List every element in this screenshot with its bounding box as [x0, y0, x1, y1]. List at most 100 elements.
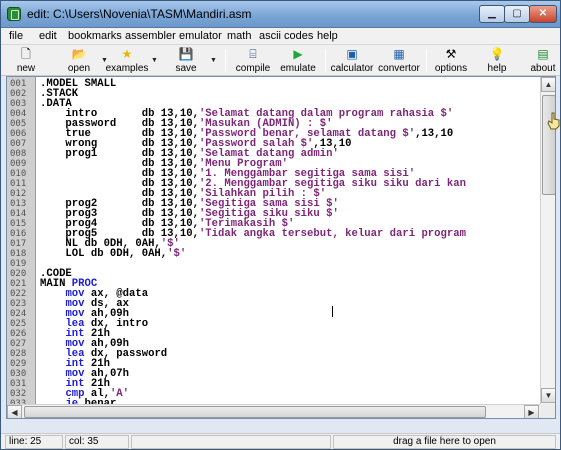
string-token: '$': [167, 248, 187, 260]
line-number: 023: [10, 299, 27, 309]
string-token: 'Tidak angka tersebut, keluar dari progr…: [198, 228, 466, 240]
line-number: 022: [10, 289, 27, 299]
vertical-scroll-thumb[interactable]: [542, 95, 555, 195]
horizontal-scrollbar[interactable]: ◀ ▶: [7, 404, 540, 418]
text-caret: [332, 306, 333, 317]
play-icon: ▶: [293, 47, 303, 61]
hand-cursor-icon: [547, 112, 560, 130]
menu-emulator[interactable]: emulator: [179, 30, 222, 42]
line-number: 004: [10, 109, 27, 119]
line-number: 014: [10, 209, 27, 219]
open-label: open: [67, 63, 91, 74]
arrow-right-icon: ▶: [528, 408, 535, 417]
line-number: 002: [10, 89, 27, 99]
line-number: 026: [10, 329, 27, 339]
title-bar[interactable]: edit: C:\Users\Novenia\TASM\Mandiri.asm …: [1, 1, 560, 28]
line-number: 019: [10, 259, 27, 269]
horizontal-scroll-thumb[interactable]: [24, 406, 486, 418]
menu-bookmarks[interactable]: bookmarks: [68, 30, 122, 42]
line-number: 009: [10, 159, 27, 169]
open-folder-icon: 📂: [71, 47, 87, 61]
lightbulb-icon: 💡: [489, 47, 505, 61]
line-number: 017: [10, 239, 27, 249]
menu-file[interactable]: file: [9, 30, 23, 42]
status-hint: drag a file here to open: [333, 435, 556, 449]
examples-dropdown-arrow[interactable]: ▼: [151, 57, 159, 64]
editor-window: edit: C:\Users\Novenia\TASM\Mandiri.asm …: [0, 0, 561, 450]
convertor-button[interactable]: ▦ convertor: [376, 46, 422, 75]
emulate-label: emulate: [280, 63, 316, 74]
line-number: 027: [10, 339, 27, 349]
calculator-icon: ▣: [346, 47, 358, 61]
floppy-disk-icon: 💾: [178, 47, 194, 61]
compile-icon: ⌸: [249, 47, 257, 61]
status-bar: line: 25 col: 35 drag a file here to ope…: [1, 433, 560, 449]
new-label: new: [16, 63, 36, 74]
menu-help[interactable]: help: [317, 30, 338, 42]
arrow-up-icon: ▲: [544, 80, 553, 89]
scroll-left-button[interactable]: ◀: [7, 405, 22, 418]
open-button[interactable]: 📂 open: [59, 46, 99, 75]
help-button[interactable]: 💡 help: [480, 46, 514, 75]
toolbar-separator: [426, 49, 427, 72]
status-empty: [131, 435, 331, 449]
line-number: 021: [10, 279, 27, 289]
app-icon: [7, 7, 21, 21]
line-number: 016: [10, 229, 27, 239]
toolbar: 🗋 new 📂 open ▼ ★ examples ▼ 💾 save ▼ ⌸ c…: [1, 45, 560, 76]
line-number: 015: [10, 219, 27, 229]
code-editor[interactable]: 001 002 003 004 005 006 007 008 009 010 011 012 013 0…: [6, 76, 556, 419]
code-token: ,13,10: [415, 128, 454, 140]
line-number: 012: [10, 189, 27, 199]
about-button[interactable]: ▤ about: [527, 46, 559, 75]
options-label: options: [434, 63, 468, 74]
menu-edit[interactable]: edit: [39, 30, 57, 42]
line-number: 030: [10, 369, 27, 379]
line-number: 025: [10, 319, 27, 329]
menu-ascii-codes[interactable]: ascii codes: [259, 30, 313, 42]
convertor-icon: ▦: [393, 47, 405, 61]
line-number-gutter: 001 002 003 004 005 006 007 008 009 010 011 012 013 0…: [7, 77, 36, 404]
maximize-icon: ▢: [512, 8, 522, 19]
save-dropdown-arrow[interactable]: ▼: [210, 57, 218, 64]
compile-label: compile: [235, 63, 271, 74]
star-icon: ★: [121, 47, 133, 61]
toolbar-separator: [325, 49, 326, 72]
menu-math[interactable]: math: [227, 30, 251, 42]
save-button[interactable]: 💾 save: [168, 46, 204, 75]
line-number: 006: [10, 129, 27, 139]
calculator-label: calculator: [330, 63, 374, 74]
options-button[interactable]: ⚒ options: [430, 46, 472, 75]
menu-assembler[interactable]: assembler: [125, 30, 176, 42]
scroll-right-button[interactable]: ▶: [524, 405, 539, 418]
compile-button[interactable]: ⌸ compile: [230, 46, 276, 75]
arrow-left-icon: ◀: [11, 408, 18, 417]
line-number: 024: [10, 309, 27, 319]
new-button[interactable]: 🗋 new: [9, 46, 43, 75]
minimize-icon: ▁: [488, 8, 496, 19]
line-number: 032: [10, 389, 27, 399]
scroll-up-button[interactable]: ▲: [541, 77, 555, 92]
line-number: 031: [10, 379, 27, 389]
help-label: help: [487, 63, 507, 74]
status-column: col: 35: [65, 435, 129, 449]
save-label: save: [175, 63, 197, 74]
arrow-down-icon: ▼: [544, 391, 553, 400]
examples-button[interactable]: ★ examples: [104, 46, 150, 75]
calculator-button[interactable]: ▣ calculator: [329, 46, 375, 75]
new-file-icon: 🗋: [21, 47, 31, 61]
scroll-down-button[interactable]: ▼: [541, 388, 555, 403]
emulate-button[interactable]: ▶ emulate: [277, 46, 319, 75]
close-button[interactable]: ✕: [529, 5, 557, 23]
scrollbar-corner: [540, 404, 555, 418]
line-number: 018: [10, 249, 27, 259]
maximize-button[interactable]: ▢: [504, 5, 530, 23]
line-number: 003: [10, 99, 27, 109]
line-number: 020: [10, 269, 27, 279]
code-token: LOL db 0DH, 0AH,: [40, 248, 168, 260]
code-text-area[interactable]: .MODEL SMALL .STACK .DATA intro db 13,10,'…: [37, 77, 540, 404]
menu-bar: file edit bookmarks assembler emulator m…: [1, 28, 560, 45]
line-number: 029: [10, 359, 27, 369]
minimize-button[interactable]: ▁: [479, 5, 505, 23]
line-number: 010: [10, 169, 27, 179]
